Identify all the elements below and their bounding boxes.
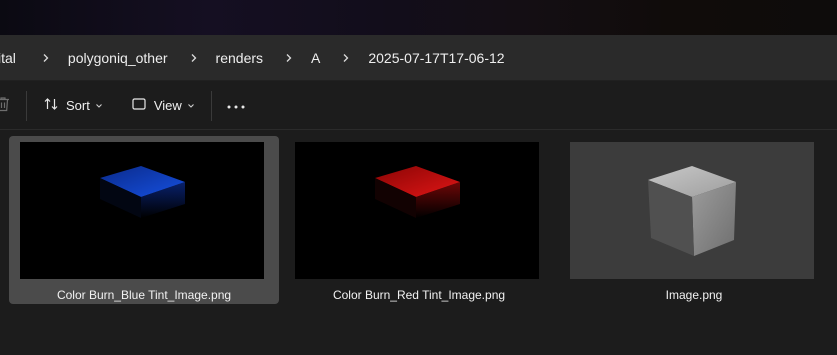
breadcrumb-item-current-folder[interactable]: 2025-07-17T17-06-12 bbox=[364, 35, 508, 80]
blue-cube-render bbox=[100, 166, 185, 218]
command-bar: Sort View bbox=[0, 82, 837, 130]
chevron-right-icon[interactable] bbox=[34, 46, 58, 70]
image-thumbnail bbox=[570, 142, 814, 279]
more-options-button[interactable] bbox=[226, 90, 246, 122]
chevron-right-icon[interactable] bbox=[182, 46, 206, 70]
red-cube-render bbox=[375, 166, 460, 218]
file-tile-red-tint[interactable]: Color Burn_Red Tint_Image.png bbox=[284, 136, 554, 304]
chevron-right-icon[interactable] bbox=[277, 46, 301, 70]
trash-icon bbox=[0, 95, 12, 116]
file-name: Color Burn_Blue Tint_Image.png bbox=[56, 288, 232, 302]
breadcrumb-label: ital bbox=[0, 49, 16, 66]
more-options-icon bbox=[226, 98, 246, 113]
chevron-down-icon bbox=[95, 102, 103, 110]
file-tile-image[interactable]: Image.png bbox=[559, 136, 829, 304]
window-title-bar bbox=[0, 0, 837, 35]
grey-cube-render bbox=[648, 166, 736, 256]
chevron-right-icon[interactable] bbox=[334, 46, 358, 70]
sort-label: Sort bbox=[66, 98, 90, 113]
file-tile-blue-tint[interactable]: Color Burn_Blue Tint_Image.png bbox=[9, 136, 279, 304]
image-thumbnail bbox=[295, 142, 539, 279]
file-view: Color Burn_Blue Tint_Image.png Color Bur… bbox=[0, 131, 837, 355]
breadcrumb-label: renders bbox=[215, 49, 264, 66]
file-name: Color Burn_Red Tint_Image.png bbox=[332, 288, 506, 302]
breadcrumb-item-polygoniq-other[interactable]: polygoniq_other bbox=[64, 35, 206, 80]
toolbar-divider bbox=[26, 90, 27, 121]
breadcrumb-label: polygoniq_other bbox=[67, 49, 168, 66]
breadcrumb-item-a[interactable]: A bbox=[307, 35, 358, 80]
view-window-icon bbox=[131, 96, 147, 115]
image-thumbnail bbox=[20, 142, 264, 279]
breadcrumb-item-ital[interactable]: ital bbox=[0, 35, 58, 80]
address-bar[interactable]: ital polygoniq_other renders A 2025-07-1… bbox=[0, 35, 837, 81]
sort-arrows-icon bbox=[43, 96, 59, 115]
view-button[interactable]: View bbox=[131, 90, 195, 122]
breadcrumb-item-renders[interactable]: renders bbox=[212, 35, 301, 80]
delete-button[interactable] bbox=[0, 90, 20, 122]
file-name: Image.png bbox=[665, 288, 723, 302]
toolbar-divider bbox=[210, 90, 212, 121]
breadcrumb-label: 2025-07-17T17-06-12 bbox=[368, 49, 505, 66]
view-label: View bbox=[153, 98, 182, 113]
sort-button[interactable]: Sort bbox=[43, 90, 103, 122]
breadcrumb-label: A bbox=[311, 49, 321, 66]
chevron-down-icon bbox=[187, 102, 195, 110]
